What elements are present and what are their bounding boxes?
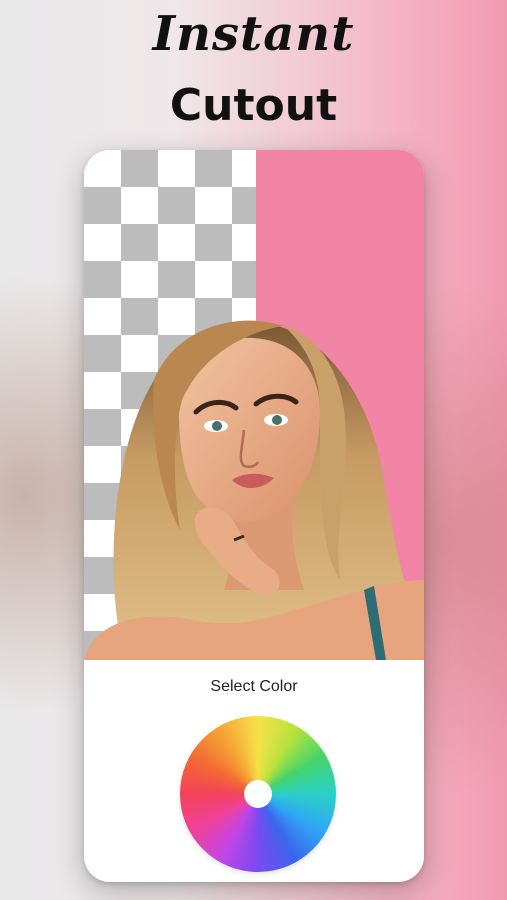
cutout-canvas[interactable] <box>84 150 424 660</box>
color-wheel-icon[interactable] <box>180 716 336 872</box>
color-panel: Select Color <box>84 660 424 882</box>
portrait-cutout <box>84 320 424 660</box>
headline-instant: Instant <box>152 6 355 62</box>
color-wheel-center[interactable] <box>244 780 272 808</box>
select-color-label: Select Color <box>210 678 298 695</box>
phone-frame: Select Color <box>84 150 424 882</box>
headline-cutout: Cutout <box>169 80 338 131</box>
